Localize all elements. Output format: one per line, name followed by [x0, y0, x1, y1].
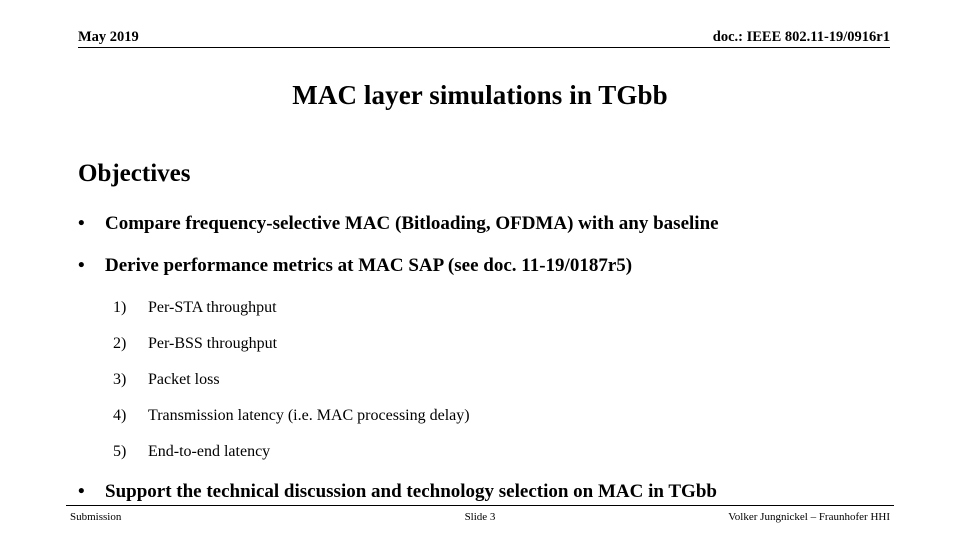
list-item: 5) End-to-end latency: [113, 441, 960, 463]
slide: May 2019 doc.: IEEE 802.11-19/0916r1 MAC…: [0, 0, 960, 540]
footer-divider: [66, 505, 894, 506]
list-item-label: Packet loss: [148, 371, 220, 388]
list-item-label: Transmission latency (i.e. MAC processin…: [148, 407, 470, 424]
slide-header: May 2019 doc.: IEEE 802.11-19/0916r1: [78, 28, 890, 50]
bullet-marker-icon: •: [78, 255, 85, 276]
list-item-number: 4): [113, 407, 127, 424]
bullet-marker-icon: •: [78, 213, 85, 234]
bullet-text: Derive performance metrics at MAC SAP (s…: [105, 255, 633, 276]
page-title: MAC layer simulations in TGbb: [292, 80, 668, 110]
list-item-label: End-to-end latency: [148, 443, 271, 460]
bullet-text: Support the technical discussion and tec…: [105, 481, 717, 502]
list-item-label: Per-STA throughput: [148, 299, 277, 316]
list-item-number: 5): [113, 443, 127, 460]
list-item-number: 1): [113, 299, 127, 316]
bullet-item: • Support the technical discussion and t…: [78, 480, 960, 504]
list-item-label: Per-BSS throughput: [148, 335, 278, 352]
header-doc-reference: doc.: IEEE 802.11-19/0916r1: [712, 29, 890, 45]
footer-author: Volker Jungnickel – Fraunhofer HHI: [728, 511, 890, 523]
bullet-item: • Compare frequency-selective MAC (Bitlo…: [78, 212, 960, 236]
bullet-marker-icon: •: [78, 481, 85, 502]
slide-footer: Submission Slide 3 Volker Jungnickel – F…: [66, 505, 894, 531]
bullet-item: • Derive performance metrics at MAC SAP …: [78, 254, 960, 278]
slide-body: Objectives • Compare frequency-selective…: [0, 158, 960, 504]
list-item: 1) Per-STA throughput: [113, 297, 960, 319]
list-item-number: 2): [113, 335, 127, 352]
metrics-list: 1) Per-STA throughput 2) Per-BSS through…: [0, 297, 960, 463]
list-item: 4) Transmission latency (i.e. MAC proces…: [113, 405, 960, 427]
list-item: 3) Packet loss: [113, 369, 960, 391]
list-item-number: 3): [113, 371, 127, 388]
bullet-text: Compare frequency-selective MAC (Bitload…: [105, 213, 719, 234]
header-date: May 2019: [78, 29, 139, 45]
section-heading-objectives: Objectives: [78, 160, 191, 187]
header-divider: [78, 47, 890, 48]
list-item: 2) Per-BSS throughput: [113, 333, 960, 355]
